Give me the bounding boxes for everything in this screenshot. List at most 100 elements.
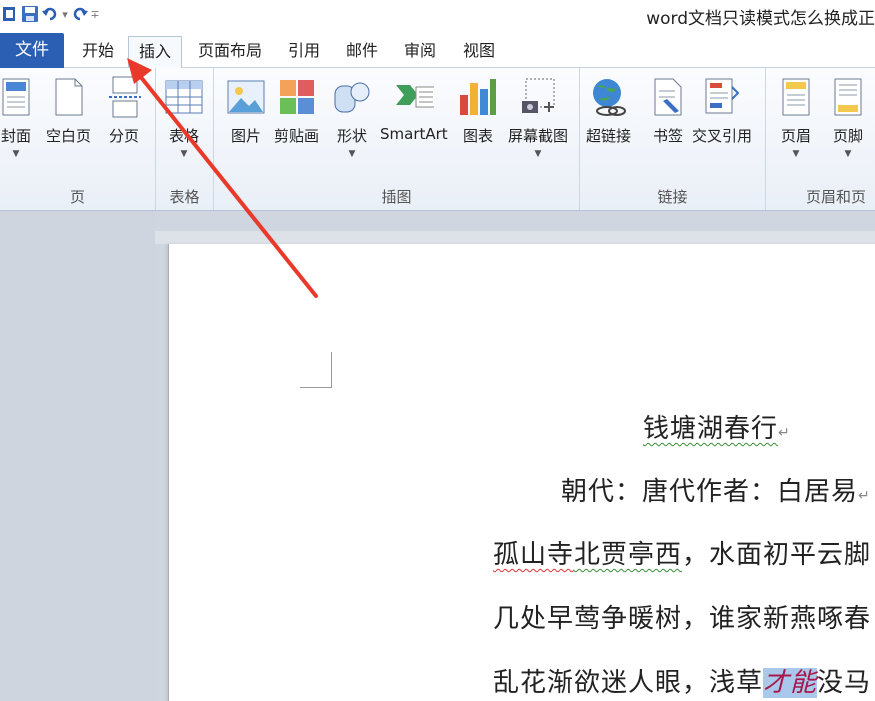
table-button[interactable]: 表格 ▼ [164, 74, 204, 159]
paragraph-mark: ↵ [858, 488, 871, 504]
tab-mailings[interactable]: 邮件 [338, 36, 386, 68]
poem-title[interactable]: 钱塘湖春行↵ [643, 408, 791, 445]
chevron-down-icon: ▼ [844, 149, 852, 159]
tab-home[interactable]: 开始 [72, 36, 124, 68]
table-icon [164, 74, 204, 120]
screenshot-icon [518, 74, 558, 120]
ribbon: 封面 ▼ 空白页 分页 页 表格 ▼ 表格 图片 剪贴画 形状 ▼ SmartA… [0, 68, 875, 211]
picture-label: 图片 [230, 127, 261, 145]
blank-page-icon [49, 74, 89, 120]
cover-page-label: 封面 [0, 127, 31, 145]
page-break-icon [104, 74, 144, 120]
poem-author-line[interactable]: 朝代：唐代作者：白居易↵ [561, 471, 871, 508]
group-illustrations-label: 插图 [381, 188, 412, 206]
poem-title-text: 钱塘湖春行 [643, 414, 779, 444]
redo-icon[interactable] [70, 3, 90, 25]
line1-part-b: 北贾亭西 [574, 540, 683, 570]
ribbon-tabs: 文件 开始 插入 页面布局 引用 邮件 审阅 视图 [0, 30, 875, 69]
tab-page-layout[interactable]: 页面布局 [190, 36, 270, 68]
chevron-down-icon: ▼ [180, 149, 188, 159]
customize-toolbar-icon[interactable]: ∓ [90, 8, 100, 21]
group-illustrations: 图片 剪贴画 形状 ▼ SmartArt 图表 屏幕截图 ▼ 插图 [214, 68, 580, 210]
screenshot-label: 屏幕截图 [508, 127, 569, 145]
picture-icon [226, 74, 266, 120]
word-app-icon[interactable] [0, 3, 20, 25]
undo-dropdown-icon[interactable]: ▾ [60, 8, 70, 21]
globe-link-icon [589, 74, 629, 120]
group-header-footer: 页眉 ▼ 页脚 ▼ 页眉和页 [766, 68, 875, 210]
group-tables-label: 表格 [169, 188, 200, 206]
tab-insert[interactable]: 插入 [128, 36, 182, 69]
group-links-label: 链接 [657, 188, 688, 206]
quick-access-toolbar: ▾ ∓ [0, 2, 100, 26]
line2-text: 几处早莺争暖树，谁家新燕啄春 [493, 604, 872, 634]
cover-page-button[interactable]: 封面 ▼ [0, 74, 36, 159]
header-button[interactable]: 页眉 ▼ [776, 74, 816, 159]
tab-review[interactable]: 审阅 [396, 36, 444, 68]
undo-icon[interactable] [40, 3, 60, 25]
header-label: 页眉 [780, 127, 811, 145]
tab-references[interactable]: 引用 [280, 36, 328, 68]
cross-reference-button[interactable]: 交叉引用 [692, 74, 752, 146]
smartart-icon [394, 74, 434, 120]
selected-text[interactable]: 才能 [763, 668, 818, 698]
tab-file[interactable]: 文件 [0, 33, 64, 68]
page-shadow [155, 231, 875, 244]
table-label: 表格 [168, 127, 199, 145]
clipart-icon [277, 74, 317, 120]
group-tables: 表格 ▼ 表格 [156, 68, 214, 210]
chevron-down-icon: ▼ [348, 149, 356, 159]
screenshot-button[interactable]: 屏幕截图 ▼ [508, 74, 568, 159]
poem-line-2[interactable]: 几处早莺争暖树，谁家新燕啄春 [493, 598, 871, 635]
tab-view[interactable]: 视图 [455, 36, 503, 68]
document-page[interactable]: 钱塘湖春行↵ 朝代：唐代作者：白居易↵ 孤山寺北贾亭西，水面初平云脚 几处早莺争… [168, 244, 875, 701]
blank-page-label: 空白页 [46, 127, 92, 145]
clipart-button[interactable]: 剪贴画 [274, 74, 319, 146]
left-gutter [0, 211, 155, 701]
cover-page-icon [0, 74, 36, 120]
document-workspace: 钱塘湖春行↵ 朝代：唐代作者：白居易↵ 孤山寺北贾亭西，水面初平云脚 几处早莺争… [0, 211, 875, 701]
cross-reference-label: 交叉引用 [692, 127, 753, 145]
paragraph-mark: ↵ [778, 425, 791, 441]
title-bar: ▾ ∓ word文档只读模式怎么换成正 [0, 0, 875, 30]
group-pages: 封面 ▼ 空白页 分页 页 [0, 68, 156, 210]
line1-part-c: ，水面初平云脚 [682, 540, 872, 570]
group-header-footer-label: 页眉和页 [806, 188, 867, 206]
group-links: 超链接 书签 交叉引用 链接 [580, 68, 766, 210]
footer-icon [828, 74, 868, 120]
shapes-button[interactable]: 形状 ▼ [332, 74, 372, 159]
chart-label: 图表 [462, 127, 493, 145]
page-break-button[interactable]: 分页 [104, 74, 144, 146]
group-pages-label: 页 [69, 188, 85, 206]
poem-line-1[interactable]: 孤山寺北贾亭西，水面初平云脚 [493, 534, 871, 571]
line3-part-a: 乱花渐欲迷人眼，浅草 [493, 668, 764, 698]
footer-button[interactable]: 页脚 ▼ [828, 74, 868, 159]
margin-corner-mark [300, 352, 332, 388]
picture-button[interactable]: 图片 [226, 74, 266, 146]
page-break-label: 分页 [108, 127, 139, 145]
clipart-label: 剪贴画 [274, 127, 320, 145]
smartart-button[interactable]: SmartArt [380, 74, 448, 143]
chevron-down-icon: ▼ [534, 149, 542, 159]
line3-part-b: 没马 [817, 668, 872, 698]
bookmark-button[interactable]: 书签 [648, 74, 688, 146]
chart-button[interactable]: 图表 [458, 74, 498, 146]
bookmark-label: 书签 [652, 127, 683, 145]
save-icon[interactable] [20, 3, 40, 25]
header-icon [776, 74, 816, 120]
footer-label: 页脚 [832, 127, 863, 145]
chevron-down-icon: ▼ [12, 149, 20, 159]
poem-line-3[interactable]: 乱花渐欲迷人眼，浅草才能没马 [493, 662, 871, 699]
cross-reference-icon [702, 74, 742, 120]
window-title: word文档只读模式怎么换成正 [646, 9, 875, 29]
smartart-label: SmartArt [380, 125, 448, 143]
author-line-text: 朝代：唐代作者：白居易 [561, 477, 859, 507]
shapes-icon [332, 74, 372, 120]
blank-page-button[interactable]: 空白页 [46, 74, 91, 146]
chart-icon [458, 74, 498, 120]
hyperlink-label: 超链接 [586, 127, 632, 145]
shapes-label: 形状 [336, 127, 367, 145]
hyperlink-button[interactable]: 超链接 [586, 74, 631, 146]
bookmark-icon [648, 74, 688, 120]
chevron-down-icon: ▼ [792, 149, 800, 159]
